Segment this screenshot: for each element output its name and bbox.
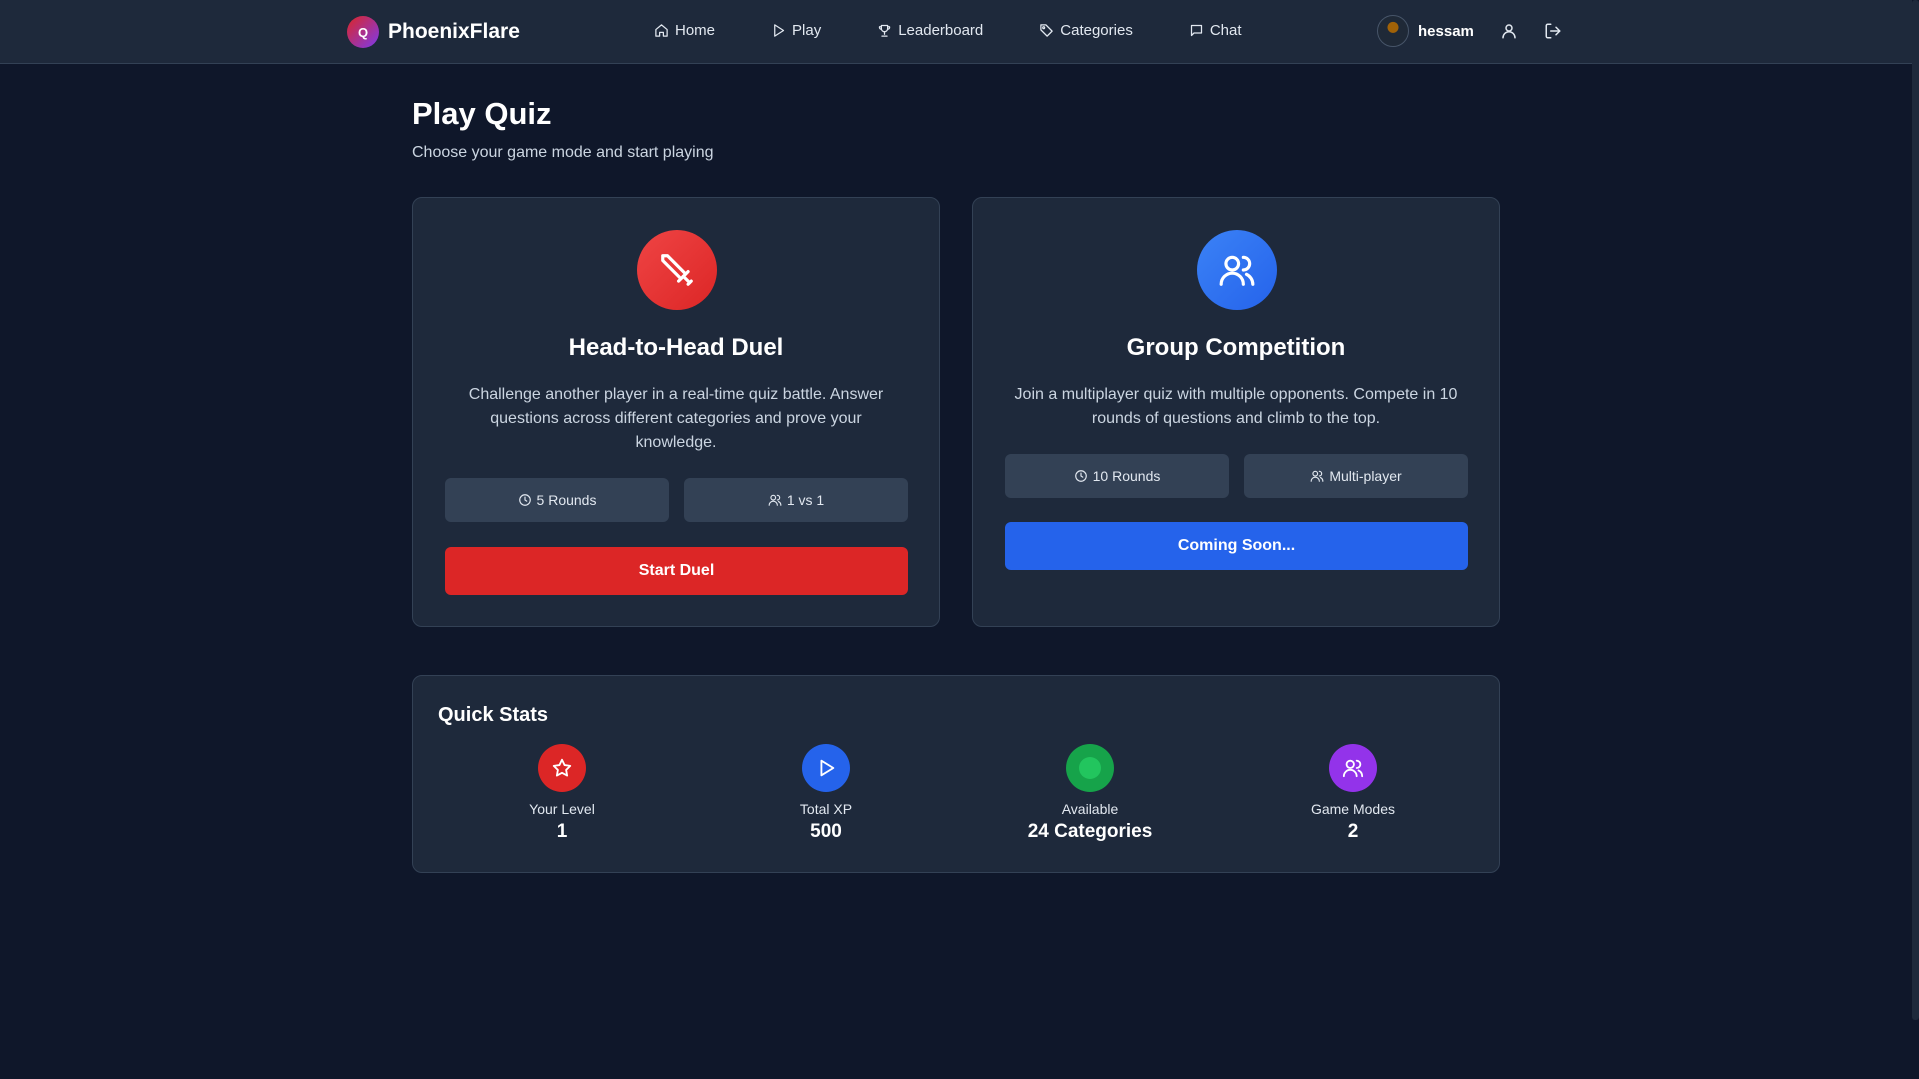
brand[interactable]: Q PhoenixFlare	[347, 16, 520, 48]
nav-item-home[interactable]: Home	[654, 22, 715, 39]
stat-total-xp: Total XP 500	[736, 744, 916, 843]
nav-item-label: Categories	[1060, 22, 1133, 39]
chat-icon	[1190, 24, 1202, 37]
profile-button[interactable]	[1499, 21, 1519, 41]
stat-label: Total XP	[799, 801, 853, 817]
duel-players-label: 1 vs 1	[786, 492, 825, 508]
duel-rounds-label: 5 Rounds	[536, 492, 597, 508]
stat-icon-circle	[802, 744, 850, 792]
group-icon-circle	[1197, 230, 1277, 310]
users-icon	[1342, 759, 1364, 778]
stat-value: 500	[810, 821, 842, 842]
sword-icon	[661, 254, 693, 286]
home-icon	[655, 24, 668, 37]
brand-logo: Q	[347, 16, 379, 48]
group-players-label: Multi-player	[1329, 468, 1402, 484]
logout-icon	[1545, 23, 1561, 39]
duel-description: Challenge another player in a real-time …	[468, 386, 884, 451]
duel-mode-card: Head-to-Head Duel Challenge another play…	[412, 197, 940, 627]
logout-button[interactable]	[1543, 21, 1563, 41]
tag-icon	[1040, 24, 1054, 37]
group-description: Join a multiplayer quiz with multiple op…	[1014, 386, 1458, 427]
play-icon	[820, 759, 835, 777]
duel-players-chip: 1 vs 1	[684, 478, 908, 522]
coming-soon-button[interactable]: Coming Soon...	[1005, 522, 1468, 570]
users-icon	[1310, 470, 1324, 482]
users-icon	[768, 494, 782, 506]
star-icon	[552, 758, 572, 777]
stat-label: Game Modes	[1310, 801, 1396, 817]
stat-label: Your Level	[529, 801, 595, 817]
stat-game-modes: Game Modes 2	[1263, 744, 1443, 843]
duel-icon-circle	[637, 230, 717, 310]
page-title: Play Quiz	[412, 96, 552, 131]
nav-item-label: Leaderboard	[898, 22, 984, 39]
stat-value: 2	[1347, 821, 1359, 842]
avatar[interactable]	[1377, 15, 1409, 47]
stat-value: 24 Categories	[1027, 821, 1153, 842]
group-players-chip: Multi-player	[1244, 454, 1468, 498]
user-area: hessam	[1377, 15, 1563, 47]
duel-title: Head-to-Head Duel	[568, 334, 784, 361]
dot-icon	[1079, 757, 1101, 779]
username[interactable]: hessam	[1418, 23, 1474, 40]
clock-icon	[1074, 470, 1087, 482]
stat-label: Available	[1061, 801, 1119, 817]
play-icon	[774, 24, 785, 37]
nav-item-categories[interactable]: Categories	[1039, 22, 1133, 39]
quick-stats-panel: Quick Stats Your Level 1 Total XP 500 Av…	[412, 675, 1500, 873]
nav-item-label: Play	[792, 22, 822, 39]
nav-links: Home Play Leaderboard Categories Chat	[654, 22, 1298, 39]
group-rounds-chip: 10 Rounds	[1005, 454, 1229, 498]
user-icon	[1502, 24, 1516, 39]
stat-level: Your Level 1	[472, 744, 652, 843]
top-navbar: Q PhoenixFlare Home Play Leaderboard Cat…	[0, 0, 1912, 64]
nav-item-chat[interactable]: Chat	[1189, 22, 1242, 39]
scrollbar[interactable]	[1912, 0, 1919, 1079]
stat-icon-circle	[1066, 744, 1114, 792]
scrollbar-thumb[interactable]	[1912, 0, 1919, 1020]
nav-item-leaderboard[interactable]: Leaderboard	[877, 22, 983, 39]
clock-icon	[518, 494, 531, 506]
stat-icon-circle	[1329, 744, 1377, 792]
quick-stats-title: Quick Stats	[438, 704, 549, 726]
stat-icon-circle	[538, 744, 586, 792]
stat-value: 1	[556, 821, 568, 842]
duel-rounds-chip: 5 Rounds	[445, 478, 669, 522]
start-duel-button[interactable]: Start Duel	[445, 547, 908, 595]
nav-item-label: Home	[675, 22, 716, 39]
nav-item-label: Chat	[1209, 22, 1242, 39]
stat-categories: Available 24 Categories	[1000, 744, 1180, 843]
brand-name: PhoenixFlare	[388, 20, 520, 43]
nav-item-play[interactable]: Play	[771, 22, 821, 39]
group-rounds-label: 10 Rounds	[1092, 468, 1161, 484]
users-icon	[1219, 255, 1255, 286]
trophy-icon	[878, 24, 891, 37]
group-title: Group Competition	[1126, 334, 1346, 361]
group-mode-card: Group Competition Join a multiplayer qui…	[972, 197, 1500, 627]
page-subtitle: Choose your game mode and start playing	[412, 144, 714, 161]
